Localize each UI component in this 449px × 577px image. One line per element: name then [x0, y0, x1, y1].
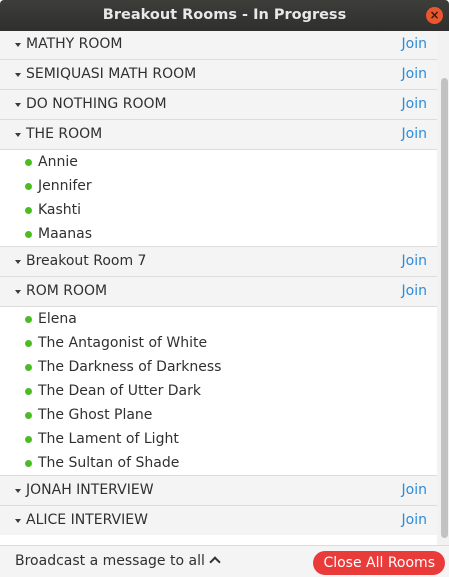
caret-down-icon[interactable]	[15, 290, 21, 294]
room-name: THE ROOM	[26, 126, 103, 142]
participant-name: Jennifer	[38, 178, 92, 194]
room-name: ALICE INTERVIEW	[26, 512, 148, 528]
online-status-icon	[25, 412, 32, 419]
participant-row: The Lament of Light	[0, 427, 437, 451]
caret-down-icon[interactable]	[15, 43, 21, 47]
close-all-rooms-button[interactable]: Close All Rooms	[313, 551, 445, 575]
participant-row: The Ghost Plane	[0, 403, 437, 427]
close-window-button[interactable]: ×	[426, 7, 443, 24]
footer-bar: Broadcast a message to all Close All Roo…	[0, 545, 449, 577]
online-status-icon	[25, 316, 32, 323]
room-header[interactable]: ALICE INTERVIEW Join	[0, 505, 437, 535]
participant-row: Jennifer	[0, 174, 437, 198]
room-header[interactable]: JONAH INTERVIEW Join	[0, 475, 437, 505]
room-members: Annie Jennifer Kashti Maanas	[0, 149, 437, 246]
join-button[interactable]: Join	[402, 60, 427, 89]
participant-name: The Darkness of Darkness	[38, 359, 222, 375]
room-header[interactable]: MATHY ROOM Join	[0, 31, 437, 59]
room-name: SEMIQUASI MATH ROOM	[26, 66, 197, 82]
window-title: Breakout Rooms - In Progress	[102, 7, 347, 23]
join-button[interactable]: Join	[402, 31, 427, 59]
join-button[interactable]: Join	[402, 506, 427, 535]
room-name: JONAH INTERVIEW	[26, 482, 154, 498]
online-status-icon	[25, 231, 32, 238]
online-status-icon	[25, 460, 32, 467]
online-status-icon	[25, 364, 32, 371]
caret-down-icon[interactable]	[15, 73, 21, 77]
online-status-icon	[25, 388, 32, 395]
room-members: Elena The Antagonist of White The Darkness…	[0, 306, 437, 475]
participant-row: Annie	[0, 150, 437, 174]
join-button[interactable]: Join	[402, 90, 427, 119]
room-name: ROM ROOM	[26, 283, 108, 299]
title-bar: Breakout Rooms - In Progress ×	[0, 0, 449, 31]
online-status-icon	[25, 436, 32, 443]
room-header[interactable]: DO NOTHING ROOM Join	[0, 89, 437, 119]
participant-row: The Sultan of Shade	[0, 451, 437, 475]
room-header[interactable]: THE ROOM Join	[0, 119, 437, 149]
broadcast-label: Broadcast a message to all	[15, 553, 205, 569]
participant-name: Elena	[38, 311, 77, 327]
online-status-icon	[25, 183, 32, 190]
participant-name: The Antagonist of White	[38, 335, 208, 351]
scrollbar-thumb[interactable]	[441, 78, 448, 538]
online-status-icon	[25, 207, 32, 214]
caret-down-icon[interactable]	[15, 103, 21, 107]
join-button[interactable]: Join	[402, 277, 427, 306]
participant-row: The Darkness of Darkness	[0, 355, 437, 379]
participant-name: Kashti	[38, 202, 82, 218]
participant-row: Maanas	[0, 222, 437, 246]
caret-down-icon[interactable]	[15, 489, 21, 493]
rooms-panel: MATHY ROOM Join SEMIQUASI MATH ROOM Join DO …	[0, 31, 437, 545]
room-name: DO NOTHING ROOM	[26, 96, 167, 112]
caret-down-icon[interactable]	[15, 260, 21, 264]
room-header[interactable]: SEMIQUASI MATH ROOM Join	[0, 59, 437, 89]
join-button[interactable]: Join	[402, 476, 427, 505]
online-status-icon	[25, 340, 32, 347]
join-button[interactable]: Join	[402, 247, 427, 276]
participant-name: The Ghost Plane	[38, 407, 153, 423]
room-header[interactable]: Breakout Room 7 Join	[0, 246, 437, 276]
caret-down-icon[interactable]	[15, 133, 21, 137]
participant-name: Annie	[38, 154, 78, 170]
room-name: Breakout Room 7	[26, 253, 147, 269]
join-button[interactable]: Join	[402, 120, 427, 149]
broadcast-button[interactable]: Broadcast a message to all	[15, 546, 221, 577]
participant-name: Maanas	[38, 226, 92, 242]
participant-name: The Sultan of Shade	[38, 455, 180, 471]
room-name: MATHY ROOM	[26, 36, 123, 52]
rooms-list: MATHY ROOM Join SEMIQUASI MATH ROOM Join DO …	[0, 31, 437, 535]
participant-name: The Lament of Light	[38, 431, 179, 447]
caret-down-icon[interactable]	[15, 519, 21, 523]
participant-row: The Antagonist of White	[0, 331, 437, 355]
participant-row: The Dean of Utter Dark	[0, 379, 437, 403]
room-header[interactable]: ROM ROOM Join	[0, 276, 437, 306]
participant-row: Elena	[0, 307, 437, 331]
chevron-up-icon	[209, 556, 221, 568]
participant-name: The Dean of Utter Dark	[38, 383, 201, 399]
participant-row: Kashti	[0, 198, 437, 222]
online-status-icon	[25, 159, 32, 166]
